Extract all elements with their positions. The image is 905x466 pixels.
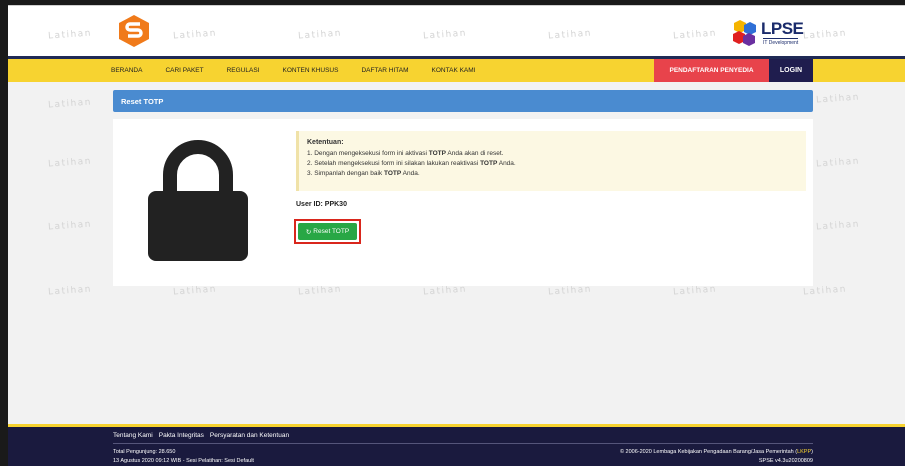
user-id-label: User ID: PPK30 [296, 201, 347, 208]
watermark: Latihan [672, 284, 718, 298]
watermark: Latihan [297, 284, 343, 298]
nav-login-button[interactable]: LOGIN [769, 59, 813, 82]
site-footer: Tentang Kami Pakta Integritas Persyarata… [8, 424, 905, 466]
footer-link-persyaratan[interactable]: Persyaratan dan Ketentuan [210, 432, 289, 439]
reset-totp-button-label: Reset TOTP [313, 228, 350, 235]
watermark: Latihan [47, 284, 93, 298]
ketentuan-title: Ketentuan: [307, 139, 344, 146]
footer-info: Total Pengunjung: 28.650 13 Agustus 2020… [113, 448, 254, 466]
footer-link-pakta-integritas[interactable]: Pakta Integritas [159, 432, 204, 439]
watermark: Latihan [422, 284, 468, 298]
watermark: Latihan [47, 156, 93, 170]
nav-kontak-kami[interactable]: KONTAK KAMI [432, 67, 476, 74]
watermark: Latihan [547, 284, 593, 298]
refresh-icon: ↻ [305, 228, 312, 236]
ketentuan-notice: Ketentuan: 1. Dengan mengeksekusi form i… [296, 131, 806, 191]
ketentuan-item-3: 3. Simpanlah dengan baik TOTP Anda. [307, 170, 420, 177]
watermark: Latihan [815, 92, 861, 106]
lkpp-link[interactable]: LKPP [797, 449, 811, 455]
reset-totp-panel: Ketentuan: 1. Dengan mengeksekusi form i… [113, 119, 813, 286]
app-version: SPSE v4.3u20200809 [758, 458, 813, 464]
lock-icon [148, 140, 248, 261]
nav-konten-khusus[interactable]: KONTEN KHUSUS [282, 67, 338, 74]
footer-copyright: © 2006-2020 Lembaga Kebijakan Pengadaan … [620, 448, 813, 466]
ketentuan-item-2: 2. Setelah mengeksekusi form ini silakan… [307, 160, 516, 167]
reset-totp-button[interactable]: ↻ Reset TOTP [298, 223, 357, 240]
panel-title: Reset TOTP [113, 90, 813, 112]
watermark: Latihan [802, 284, 848, 298]
footer-divider [113, 443, 813, 444]
spse-logo[interactable] [119, 15, 149, 47]
visitor-count: Total Pengunjung: 28.650 [113, 449, 176, 455]
browser-viewport: LPSE IT Development BERANDA CARI PAKET R… [8, 5, 905, 466]
nav-pendaftaran-penyedia[interactable]: PENDAFTARAN PENYEDIA [654, 59, 769, 82]
session-info: 13 Agustus 2020 09:12 WIB - Sesi Pelatih… [113, 458, 254, 464]
lpse-logo-subtitle: IT Development [763, 38, 799, 46]
watermark: Latihan [172, 284, 218, 298]
reset-button-highlight: ↻ Reset TOTP [294, 219, 361, 244]
copyright-text: © 2006-2020 Lembaga Kebijakan Pengadaan … [619, 449, 813, 455]
watermark: Latihan [815, 156, 861, 170]
nav-beranda[interactable]: BERANDA [111, 67, 142, 74]
watermark: Latihan [815, 219, 861, 233]
site-header: LPSE IT Development [8, 6, 905, 56]
ketentuan-item-1: 1. Dengan mengeksekusi form ini aktivasi… [307, 150, 504, 157]
nav-regulasi[interactable]: REGULASI [227, 67, 260, 74]
footer-link-tentang-kami[interactable]: Tentang Kami [113, 432, 153, 439]
main-navbar: BERANDA CARI PAKET REGULASI KONTEN KHUSU… [8, 56, 905, 82]
nav-daftar-hitam[interactable]: DAFTAR HITAM [361, 67, 408, 74]
lpse-logo-text: LPSE [761, 19, 804, 38]
nav-cari-paket[interactable]: CARI PAKET [165, 67, 203, 74]
watermark: Latihan [47, 219, 93, 233]
lpse-logo[interactable]: LPSE IT Development [730, 18, 804, 48]
watermark: Latihan [47, 97, 93, 111]
